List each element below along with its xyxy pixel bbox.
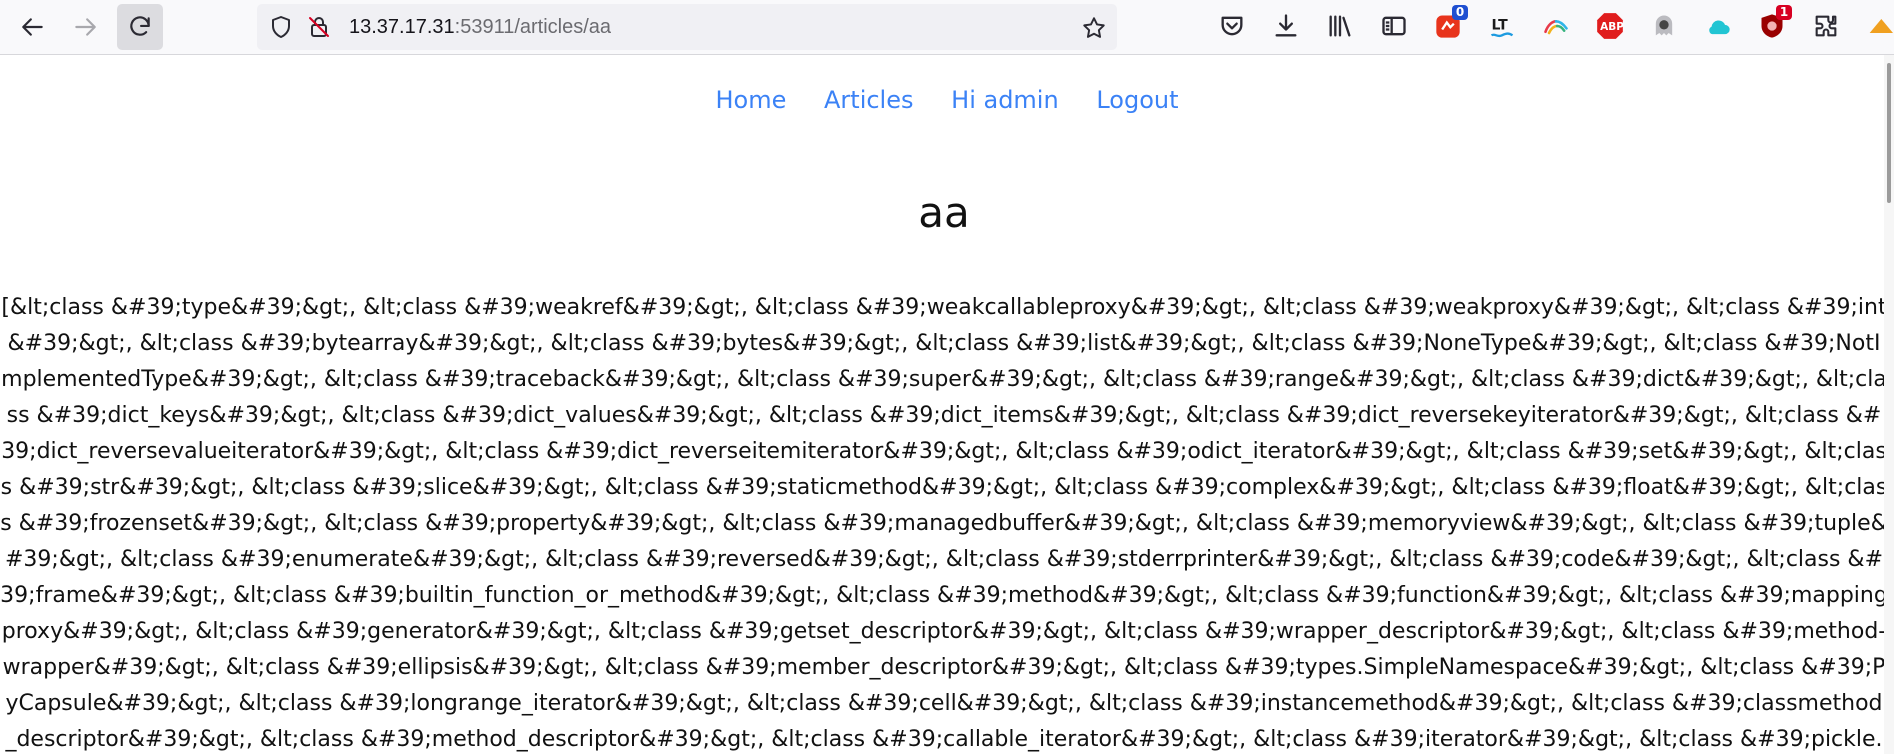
site-navigation: Home Articles Hi admin Logout (0, 86, 1894, 114)
nav-home-link[interactable]: Home (715, 86, 786, 114)
reader-view-icon[interactable] (1380, 12, 1408, 40)
arrow-right-icon (75, 18, 96, 36)
article-title: aa (918, 188, 970, 237)
reload-button[interactable] (117, 4, 163, 50)
insecure-lock-icon[interactable] (307, 15, 331, 39)
article-body: [&lt;class &#39;type&#39;&gt;, &lt;class… (0, 295, 1888, 752)
shield-icon[interactable] (269, 15, 293, 39)
pocket-icon[interactable] (1218, 12, 1246, 40)
svg-text:LT: LT (1492, 18, 1509, 34)
downloads-icon[interactable] (1272, 12, 1300, 40)
bookmark-star-icon[interactable] (1081, 15, 1107, 41)
nav-user-link[interactable]: Hi admin (951, 86, 1059, 114)
reload-icon (130, 16, 150, 36)
scrollbar-thumb[interactable] (1887, 63, 1891, 203)
red-extension-icon[interactable]: 0 (1434, 5, 1468, 40)
library-icon[interactable] (1326, 12, 1354, 40)
browser-toolbar: 13.37.17.31:53911/articles/aa 0 LT ABP 1 (0, 0, 1894, 55)
url-path: :53911/articles/aa (454, 16, 612, 38)
url-text[interactable]: 13.37.17.31:53911/articles/aa (349, 4, 611, 50)
rainbow-icon[interactable] (1542, 12, 1570, 40)
extensions-puzzle-icon[interactable] (1812, 12, 1840, 40)
back-button[interactable] (10, 4, 56, 50)
arrow-left-icon (22, 18, 43, 36)
nav-logout-link[interactable]: Logout (1096, 86, 1178, 114)
ublock-icon[interactable]: 1 (1758, 5, 1792, 40)
menu-overflow-icon[interactable] (1864, 12, 1894, 40)
svg-text:ABP: ABP (1600, 21, 1624, 33)
nav-articles-link[interactable]: Articles (824, 86, 914, 114)
url-host: 13.37.17.31 (349, 16, 455, 38)
forward-button[interactable] (62, 4, 108, 50)
ghostery-icon[interactable] (1650, 12, 1678, 40)
adblock-plus-icon[interactable]: ABP (1596, 12, 1624, 40)
url-bar[interactable]: 13.37.17.31:53911/articles/aa (257, 4, 1117, 50)
languagetool-icon[interactable]: LT (1488, 12, 1516, 40)
extension-badge: 0 (1452, 5, 1468, 20)
cloud-icon[interactable] (1704, 12, 1732, 40)
page-scrollbar[interactable] (1884, 55, 1894, 754)
ublock-badge: 1 (1776, 5, 1792, 20)
